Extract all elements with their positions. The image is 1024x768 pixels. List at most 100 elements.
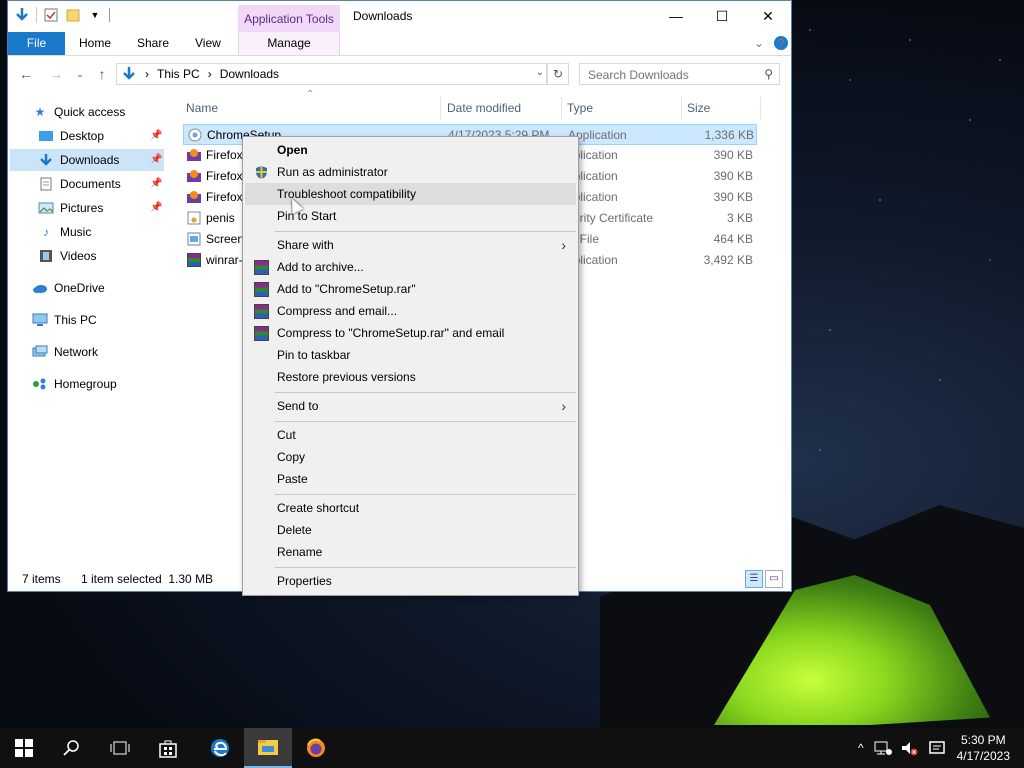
menu-item-copy[interactable]: Copy: [245, 446, 576, 468]
properties-check-icon[interactable]: [43, 7, 59, 23]
show-hidden-icons-chevron-icon[interactable]: ^: [858, 741, 864, 755]
tab-view[interactable]: View: [195, 32, 221, 55]
menu-item-add-to-rar[interactable]: Add to "ChromeSetup.rar": [245, 278, 576, 300]
title-bar: ▼ Application Tools Downloads — ☐ ✕: [8, 1, 791, 33]
file-explorer-button[interactable]: [244, 728, 292, 768]
recent-locations-chevron-icon[interactable]: ⌄: [70, 64, 90, 84]
column-divider[interactable]: [681, 97, 682, 119]
menu-label: Pin to Start: [277, 209, 337, 223]
nav-desktop[interactable]: Desktop 📌: [38, 125, 164, 147]
file-size: 390 KB: [713, 148, 753, 162]
nav-pictures[interactable]: Pictures 📌: [38, 197, 164, 219]
help-icon[interactable]: ?: [774, 36, 788, 50]
menu-item-cut[interactable]: Cut: [245, 424, 576, 446]
menu-item-open[interactable]: Open: [245, 139, 576, 161]
menu-item-compress-email[interactable]: Compress and email...: [245, 300, 576, 322]
menu-item-paste[interactable]: Paste: [245, 468, 576, 490]
menu-item-run-as-admin[interactable]: Run as administrator: [245, 161, 576, 183]
speaker-muted-icon[interactable]: [900, 740, 918, 756]
winrar-icon: [254, 304, 269, 319]
folder-icon: [258, 740, 278, 755]
menu-item-share-with[interactable]: Share with ›: [245, 234, 576, 256]
menu-item-send-to[interactable]: Send to ›: [245, 395, 576, 417]
column-header-date[interactable]: Date modified: [447, 97, 521, 119]
column-divider[interactable]: [760, 97, 761, 119]
column-divider[interactable]: [440, 97, 441, 119]
menu-item-compress-rar-email[interactable]: Compress to "ChromeSetup.rar" and email: [245, 322, 576, 344]
menu-separator: [275, 421, 576, 422]
search-button[interactable]: [48, 728, 96, 768]
refresh-button[interactable]: ↻: [547, 63, 569, 85]
details-view-icon[interactable]: ☰: [745, 570, 763, 588]
menu-label: Pin to taskbar: [277, 348, 351, 362]
menu-label: Compress to "ChromeSetup.rar" and email: [277, 326, 505, 340]
window-title: Downloads: [353, 9, 413, 23]
back-arrow-icon[interactable]: ←: [16, 64, 36, 84]
menu-item-pin-to-taskbar[interactable]: Pin to taskbar: [245, 344, 576, 366]
qat-dropdown-icon[interactable]: ▼: [87, 7, 103, 23]
nav-this-pc[interactable]: This PC: [32, 309, 97, 331]
winrar-icon: [187, 253, 201, 267]
pin-icon: 📌: [150, 154, 163, 165]
nav-documents[interactable]: Documents 📌: [38, 173, 164, 195]
breadcrumb-separator-icon[interactable]: ›: [208, 67, 212, 81]
file-name: Firefox: [206, 190, 243, 204]
menu-item-restore-versions[interactable]: Restore previous versions: [245, 366, 576, 388]
store-button[interactable]: [144, 728, 192, 768]
minimize-button[interactable]: —: [653, 1, 699, 31]
menu-item-add-to-archive[interactable]: Add to archive...: [245, 256, 576, 278]
breadcrumb-separator-icon[interactable]: ›: [145, 67, 149, 81]
file-name: Firefox: [206, 169, 243, 183]
breadcrumb-downloads[interactable]: Downloads: [220, 67, 279, 81]
breadcrumb-this-pc[interactable]: This PC: [157, 67, 200, 81]
action-center-icon[interactable]: [928, 740, 946, 756]
edge-browser-icon: [211, 739, 229, 757]
search-box[interactable]: ⚲: [579, 63, 780, 85]
address-dropdown-icon[interactable]: ⌄: [536, 67, 544, 78]
file-size: 390 KB: [713, 190, 753, 204]
search-input[interactable]: [586, 65, 760, 85]
network-status-icon[interactable]: [874, 740, 892, 756]
menu-item-rename[interactable]: Rename: [245, 541, 576, 563]
column-header-type[interactable]: Type: [567, 97, 593, 119]
maximize-button[interactable]: ☐: [699, 1, 745, 31]
tab-manage[interactable]: Manage: [238, 32, 340, 55]
menu-item-properties[interactable]: Properties: [245, 570, 576, 592]
forward-arrow-icon[interactable]: →: [46, 64, 66, 84]
nav-downloads[interactable]: Downloads 📌: [10, 149, 164, 171]
address-bar[interactable]: › This PC › Downloads ⌄: [116, 63, 547, 85]
windows-logo-icon: [15, 739, 33, 757]
desktop-stars: [790, 0, 1024, 520]
nav-onedrive[interactable]: OneDrive: [32, 277, 105, 299]
menu-separator: [275, 231, 576, 232]
start-button[interactable]: [0, 728, 48, 768]
task-view-button[interactable]: [96, 728, 144, 768]
column-header-name[interactable]: Name: [186, 97, 218, 119]
item-count: 7 items: [22, 572, 61, 586]
close-button[interactable]: ✕: [745, 1, 791, 31]
window-controls: — ☐ ✕: [653, 1, 791, 31]
menu-item-delete[interactable]: Delete: [245, 519, 576, 541]
new-folder-icon[interactable]: [65, 7, 81, 23]
nav-music[interactable]: ♪ Music: [38, 221, 91, 243]
tab-share[interactable]: Share: [137, 32, 169, 55]
taskbar-clock[interactable]: 5:30 PM 4/17/2023: [957, 732, 1010, 764]
tab-home[interactable]: Home: [79, 32, 111, 55]
nav-label: Videos: [60, 249, 97, 263]
submenu-arrow-icon: ›: [561, 398, 566, 414]
nav-videos[interactable]: Videos: [38, 245, 96, 267]
firefox-button[interactable]: [292, 728, 340, 768]
submenu-arrow-icon: ›: [561, 237, 566, 253]
large-icons-view-icon[interactable]: ▭: [765, 570, 783, 588]
nav-network[interactable]: Network: [32, 341, 98, 363]
file-size: 390 KB: [713, 169, 753, 183]
menu-item-create-shortcut[interactable]: Create shortcut: [245, 497, 576, 519]
nav-homegroup[interactable]: Homegroup: [32, 373, 117, 395]
ribbon-expand-icon[interactable]: ⌄: [754, 36, 764, 50]
nav-quick-access[interactable]: ★ Quick access: [32, 101, 126, 123]
edge-button[interactable]: [196, 728, 244, 768]
tab-file[interactable]: File: [8, 32, 65, 55]
column-divider[interactable]: [561, 97, 562, 119]
column-header-size[interactable]: Size: [687, 97, 710, 119]
up-arrow-icon[interactable]: ↑: [92, 64, 112, 84]
